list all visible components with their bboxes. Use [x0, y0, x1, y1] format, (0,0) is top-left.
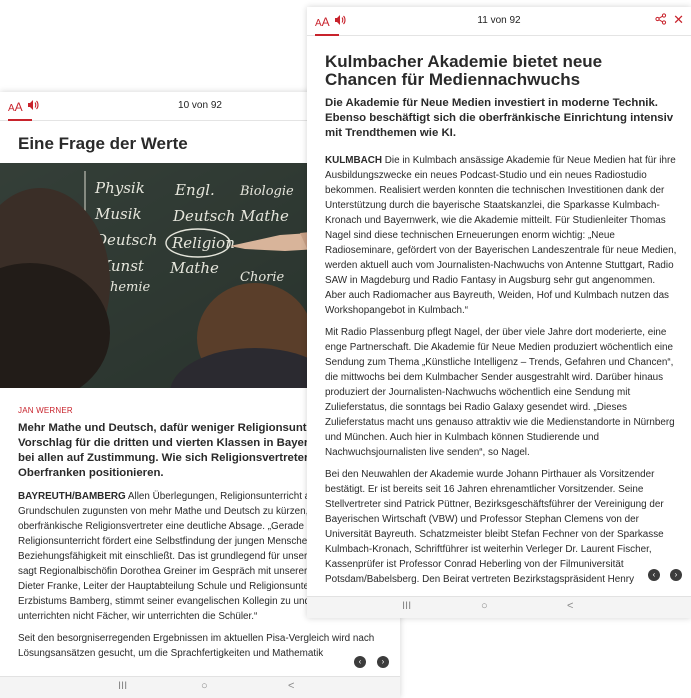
chalk-word: Biologie: [239, 184, 294, 199]
back-button[interactable]: <: [288, 680, 294, 692]
body-paragraph: Mit Radio Plassenburg pflegt Nagel, der …: [325, 327, 675, 458]
chalk-word: Mathe: [239, 207, 289, 225]
article-card-front: AA 11 von 92 ✕ Kulmbacher Akademie biete…: [307, 7, 691, 618]
article-headline: Kulmbacher Akademie bietet neue Chancen …: [325, 52, 603, 89]
toolbar-underline: [8, 119, 32, 121]
chalk-word: Engl.: [174, 181, 215, 199]
recent-apps-button[interactable]: III: [118, 680, 127, 692]
chevron-right-icon[interactable]: ›: [377, 656, 389, 668]
chalk-word: Chorie: [240, 270, 285, 285]
close-icon[interactable]: ✕: [673, 12, 684, 28]
chalk-word: Deutsch: [172, 207, 235, 225]
share-icon[interactable]: [655, 13, 667, 28]
system-navbar: III ○ <: [0, 676, 400, 698]
body-paragraph: KULMBACH Die in Kulmbach ansässige Akade…: [325, 153, 677, 318]
chevron-right-icon[interactable]: ›: [670, 569, 682, 581]
chevron-left-icon[interactable]: ‹: [354, 656, 366, 668]
chalk-word: Physik: [94, 179, 145, 197]
article-lead: Die Akademie für Neue Medien investiert …: [325, 97, 674, 139]
home-button[interactable]: ○: [481, 600, 488, 612]
toolbar-underline: [315, 34, 339, 36]
reader-toolbar: AA 11 von 92 ✕: [307, 7, 691, 36]
body-paragraph: Bei den Neuwahlen der Akademie wurde Joh…: [325, 469, 664, 585]
body-paragraph: Seit den besorgniserregenden Ergebnissen…: [18, 633, 375, 659]
chalk-word: Religion: [171, 234, 235, 252]
paragraph-text: Die in Kulmbach ansässige Akademie für N…: [325, 155, 677, 316]
chalk-word: Musik: [94, 205, 142, 223]
chalk-word: Mathe: [169, 259, 219, 277]
recent-apps-button[interactable]: III: [402, 600, 411, 612]
system-navbar: III ○ <: [307, 596, 691, 618]
page-counter: 11 von 92: [477, 15, 521, 26]
home-button[interactable]: ○: [201, 680, 208, 692]
dateline: BAYREUTH/BAMBERG: [18, 491, 126, 502]
back-button[interactable]: <: [567, 600, 573, 612]
dateline: KULMBACH: [325, 155, 383, 166]
chevron-left-icon[interactable]: ‹: [648, 569, 660, 581]
